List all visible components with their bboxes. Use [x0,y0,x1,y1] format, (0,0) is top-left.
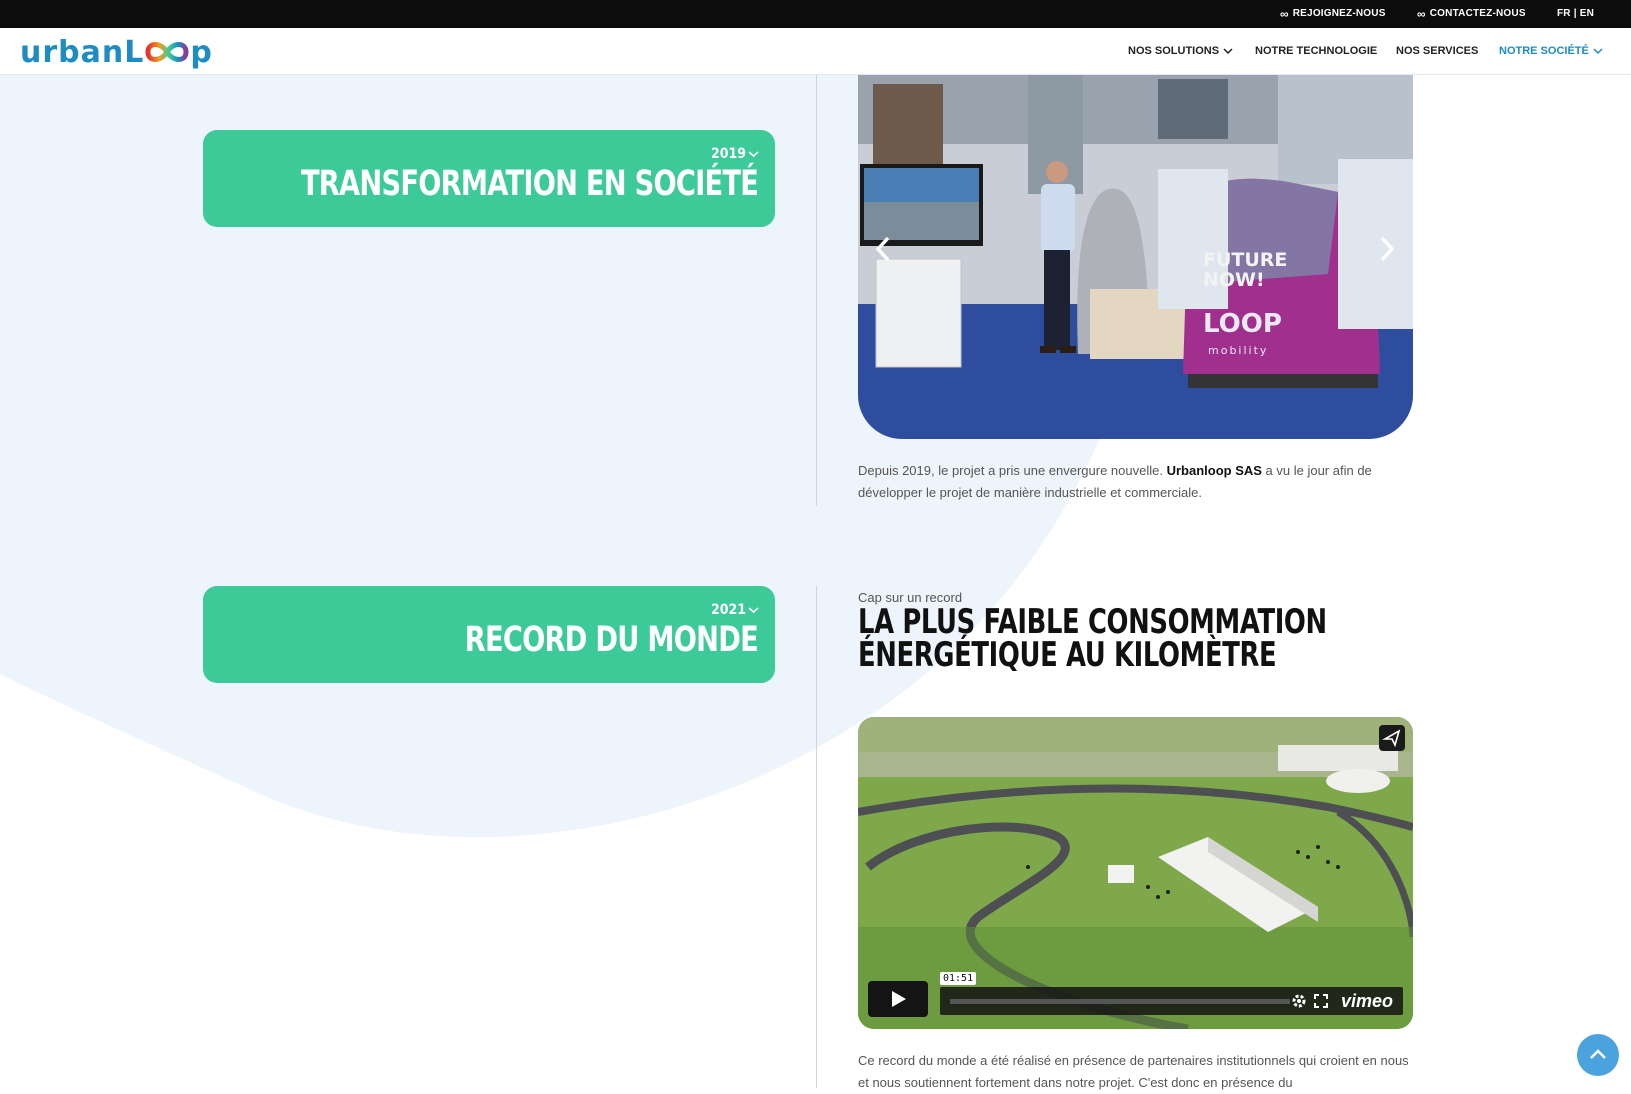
timeline-card-2019[interactable]: 2019 TRANSFORMATION EN SOCIÉTÉ [203,130,775,227]
scroll-to-top-button[interactable] [1577,1034,1619,1076]
video-progress-bar[interactable] [950,999,1290,1004]
contact-link[interactable]: ∞ CONTACTEZ-NOUS [1417,6,1526,21]
timeline-divider [816,586,817,1088]
timeline-year: 2019 [711,146,759,162]
exhibition-photo: FUTURE NOW! LOOP mobility [858,74,1413,439]
infinity-logo-icon [144,40,190,62]
lang-en[interactable]: EN [1580,8,1594,19]
video-player[interactable]: vimeo 01:51 [858,717,1413,1029]
vimeo-logo[interactable]: vimeo [1341,991,1393,1012]
nav-nos-solutions[interactable]: NOS SOLUTIONS [1128,45,1233,57]
paper-plane-icon [1381,729,1401,748]
chevron-down-icon [748,607,759,614]
logo-text-l: L [124,35,145,70]
urbanloop-logo[interactable]: urbanL p [20,38,213,68]
video-control-bar: vimeo [940,987,1403,1015]
description-bold: Urbanloop SAS [1166,463,1262,478]
join-link[interactable]: ∞ REJOIGNEZ-NOUS [1280,6,1386,21]
timeline-divider [816,74,817,506]
nav-label: NOS SERVICES [1396,45,1479,57]
chevron-down-icon [748,151,759,158]
join-label: REJOIGNEZ-NOUS [1292,8,1386,19]
play-icon [892,991,906,1007]
chevron-left-icon [875,236,890,262]
nav-label: NOTRE TECHNOLOGIE [1255,45,1378,57]
carousel-next-button[interactable] [1374,234,1398,264]
video-controls: vimeo 01:51 [868,972,1403,1017]
play-button[interactable] [868,981,928,1017]
main-header: urbanL p NOS SOLUTIONS NOTRE TECHNOLOGIE… [0,28,1631,75]
top-utility-bar: ∞ REJOIGNEZ-NOUS ∞ CONTACTEZ-NOUS FR | E… [0,0,1631,28]
chevron-up-icon [1590,1049,1606,1059]
share-button[interactable] [1379,725,1405,751]
year-label: 2021 [710,602,746,618]
carousel-prev-button[interactable] [872,234,896,264]
nav-notre-societe[interactable]: NOTRE SOCIÉTÉ [1499,45,1603,57]
section-heading: LA PLUS FAIBLE CONSOMMATION ÉNERGÉTIQUE … [858,602,1327,675]
lang-fr[interactable]: FR [1557,8,1571,19]
contact-label: CONTACTEZ-NOUS [1429,8,1526,19]
lang-separator: | [1570,8,1580,19]
description-text: Depuis 2019, le projet a pris une enverg… [858,463,1167,478]
logo-text-urban: urban [20,35,125,70]
timeline-2021-description: Ce record du monde a été réalisé en prés… [858,1053,1409,1090]
timeline-card-title: RECORD DU MONDE [464,620,759,660]
pod-text-now: NOW! [1203,269,1265,291]
nav-label: NOS SOLUTIONS [1128,45,1220,57]
timeline-2019-description: Depuis 2019, le projet a pris une enverg… [858,460,1418,504]
year-label: 2019 [710,146,746,162]
video-time: 01:51 [940,972,977,985]
pod-text-mobility: mobility [1208,344,1268,357]
logo-text-p: p [190,35,213,70]
image-carousel[interactable]: FUTURE NOW! LOOP mobility [858,74,1413,439]
infinity-icon: ∞ [1280,6,1289,21]
timeline-year: 2021 [711,602,759,618]
chevron-down-icon [1223,48,1233,55]
infinity-icon: ∞ [1417,6,1426,21]
pod-text-loop: LOOP [1203,309,1282,339]
language-switcher: FR | EN [1557,8,1594,19]
fullscreen-icon[interactable] [1313,993,1329,1014]
timeline-card-2021[interactable]: 2021 RECORD DU MONDE [203,586,775,683]
timeline-card-title: TRANSFORMATION EN SOCIÉTÉ [300,164,759,204]
chevron-right-icon [1380,236,1395,262]
settings-gear-icon[interactable] [1291,993,1307,1014]
chevron-down-icon [1593,48,1603,55]
nav-nos-services[interactable]: NOS SERVICES [1396,45,1478,57]
nav-notre-technologie[interactable]: NOTRE TECHNOLOGIE [1255,45,1377,57]
pod-text-future: FUTURE [1203,249,1287,271]
nav-label: NOTRE SOCIÉTÉ [1499,45,1589,57]
